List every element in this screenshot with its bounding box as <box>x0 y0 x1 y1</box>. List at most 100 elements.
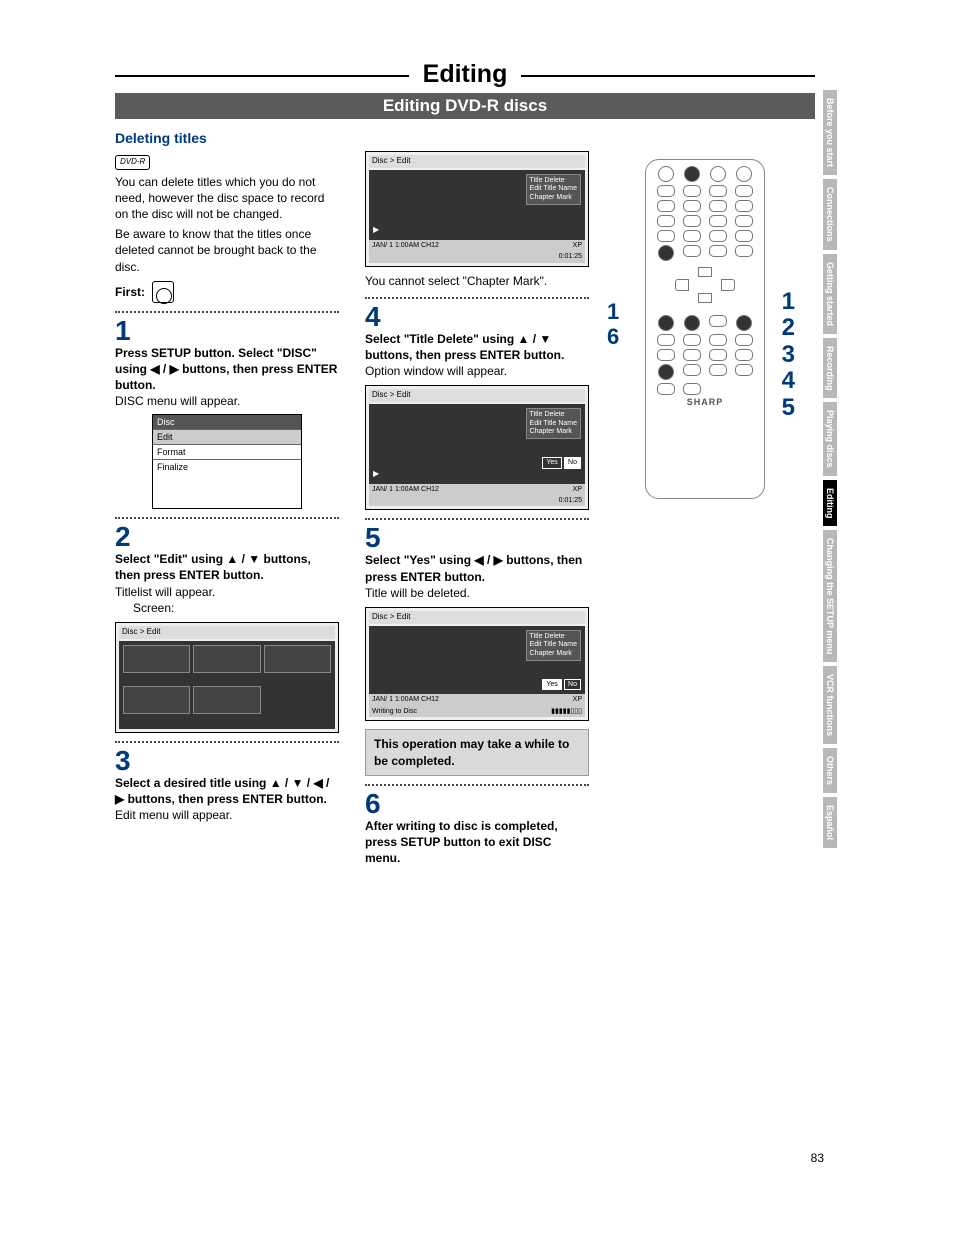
step-3-text: Select a desired title using ▲ / ▼ / ◀ /… <box>115 775 339 807</box>
writing-screen: Disc > Edit Title Delete Edit Title Name… <box>365 607 589 721</box>
page-title: Editing <box>413 60 518 89</box>
remote-button <box>658 364 674 380</box>
screen-foot-time: 0:01:25 <box>559 252 582 261</box>
big-step: 1 <box>782 289 795 315</box>
side-tab-strip: Before you start Connections Getting sta… <box>823 90 839 852</box>
screen-breadcrumb: Disc > Edit <box>369 611 585 624</box>
big-step-list: 1 2 3 4 5 <box>782 289 795 421</box>
option-window-screen: Disc > Edit Title Delete Edit Title Name… <box>365 385 589 510</box>
screen-breadcrumb: Disc > Edit <box>369 155 585 168</box>
submenu-item: Edit Title Name <box>530 641 577 649</box>
remote-button <box>658 245 674 261</box>
step-5-text: Select "Yes" using ◀ / ▶ buttons, then p… <box>365 552 589 584</box>
side-tab[interactable]: Others <box>823 748 837 793</box>
remote-button <box>658 166 674 182</box>
remote-button <box>683 349 701 361</box>
title-thumb <box>123 645 190 673</box>
remote-button <box>735 200 753 212</box>
side-tab-active[interactable]: Editing <box>823 480 837 527</box>
submenu-item: Title Delete <box>530 411 577 419</box>
side-tab[interactable]: Changing the SETUP menu <box>823 530 837 662</box>
step-5-number: 5 <box>365 524 589 552</box>
title-thumb <box>264 645 331 673</box>
remote-button <box>735 245 753 257</box>
side-tab[interactable]: Español <box>823 797 837 848</box>
remote-button <box>684 166 700 182</box>
remote-button <box>683 230 701 242</box>
no-button: No <box>564 679 581 690</box>
dpad-up-icon <box>698 267 712 277</box>
chapter-mark-note: You cannot select "Chapter Mark". <box>365 273 589 289</box>
step-1-sub: DISC menu will appear. <box>115 393 339 409</box>
step-2-text: Select "Edit" using ▲ / ▼ buttons, then … <box>115 551 339 583</box>
no-button: No <box>564 457 581 468</box>
yes-button: Yes <box>542 679 561 690</box>
screen-foot-mid: XP <box>573 241 582 250</box>
divider <box>115 517 339 519</box>
remote-pointer-1: 1 <box>607 299 619 325</box>
side-tab[interactable]: Recording <box>823 338 837 399</box>
step-6-text: After writing to disc is completed, pres… <box>365 818 589 867</box>
step-5-sub: Title will be deleted. <box>365 585 589 601</box>
edit-submenu: Title Delete Edit Title Name Chapter Mar… <box>526 174 581 205</box>
remote-button <box>657 334 675 346</box>
writing-label: Writing to Disc <box>372 707 417 716</box>
remote-button <box>657 349 675 361</box>
divider <box>115 741 339 743</box>
remote-brand: SHARP <box>646 397 764 407</box>
step-3-sub: Edit menu will appear. <box>115 807 339 823</box>
insert-disc-icon <box>152 281 174 303</box>
side-tab[interactable]: VCR functions <box>823 666 837 744</box>
remote-button <box>657 185 675 197</box>
side-tab[interactable]: Getting started <box>823 254 837 334</box>
submenu-item: Title Delete <box>530 177 577 185</box>
divider <box>365 518 589 520</box>
remote-button <box>683 200 701 212</box>
remote-button <box>709 245 727 257</box>
play-icon: ▶ <box>373 225 379 234</box>
side-tab[interactable]: Connections <box>823 179 837 250</box>
intro-para-1: You can delete titles which you do not n… <box>115 174 339 223</box>
side-tab[interactable]: Playing discs <box>823 402 837 476</box>
big-step: 5 <box>782 395 795 421</box>
screen-foot-mid: XP <box>573 485 582 494</box>
yes-button: Yes <box>542 457 561 468</box>
disc-menu-item: Finalize <box>153 459 301 474</box>
edit-menu-screen: Disc > Edit Title Delete Edit Title Name… <box>365 151 589 267</box>
disc-type-badge: DVD-R <box>115 155 150 170</box>
remote-button <box>709 185 727 197</box>
title-thumb <box>123 686 190 714</box>
screen-foot-left: JAN/ 1 1:00AM CH12 <box>372 695 439 704</box>
remote-button <box>683 383 701 395</box>
remote-button <box>683 215 701 227</box>
disc-menu-header: Disc <box>153 415 301 429</box>
screen-breadcrumb: Disc > Edit <box>369 389 585 402</box>
page-title-banner: Editing <box>115 60 815 89</box>
remote-button <box>683 245 701 257</box>
submenu-item: Title Delete <box>530 633 577 641</box>
titlelist-screen: Disc > Edit <box>115 622 339 733</box>
submenu-item: Chapter Mark <box>530 194 577 202</box>
remote-button <box>683 364 701 376</box>
side-tab[interactable]: Before you start <box>823 90 837 175</box>
remote-pointer-6: 6 <box>607 324 619 350</box>
step-2-sub: Titlelist will appear. <box>115 584 339 600</box>
remote-button <box>709 315 727 327</box>
big-step: 3 <box>782 342 795 368</box>
edit-submenu: Title Delete Edit Title Name Chapter Mar… <box>526 408 581 439</box>
screen-foot-mid: XP <box>573 695 582 704</box>
remote-button <box>735 215 753 227</box>
remote-button <box>709 364 727 376</box>
submenu-item: Edit Title Name <box>530 185 577 193</box>
remote-button <box>657 230 675 242</box>
disc-menu-screen: Disc Edit Format Finalize <box>152 414 302 510</box>
step-1-text: Press SETUP button. Select "DISC" using … <box>115 345 339 394</box>
step-2-number: 2 <box>115 523 339 551</box>
remote-button <box>657 200 675 212</box>
remote-button <box>736 166 752 182</box>
submenu-item: Chapter Mark <box>530 428 577 436</box>
remote-dpad <box>675 267 735 303</box>
column-1: Deleting titles DVD-R You can delete tit… <box>115 129 339 866</box>
column-3: 1 6 1 2 3 4 5 <box>615 129 795 866</box>
column-2: Disc > Edit Title Delete Edit Title Name… <box>365 129 589 866</box>
